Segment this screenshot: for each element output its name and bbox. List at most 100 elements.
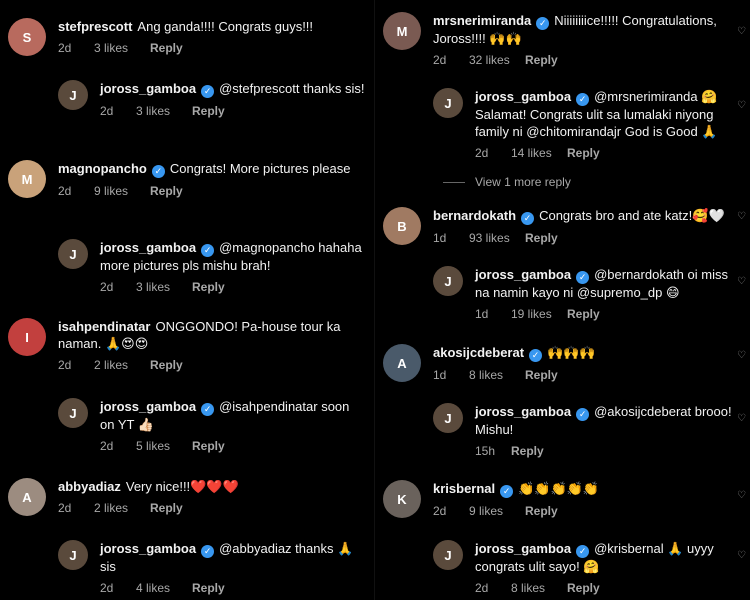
reply-button[interactable]: Reply	[150, 184, 183, 198]
username[interactable]: joross_gamboa	[475, 541, 571, 556]
comment-time: 2d	[475, 581, 489, 595]
likes-count[interactable]: 19 likes	[511, 307, 567, 321]
like-heart-icon[interactable]: ♡	[737, 276, 747, 287]
reply-button[interactable]: Reply	[525, 53, 558, 67]
verified-badge-icon: ✓	[576, 408, 590, 421]
likes-count[interactable]: 3 likes	[136, 280, 192, 294]
verified-badge-icon: ✓	[576, 93, 590, 106]
verified-badge-icon: ✓	[500, 485, 514, 498]
likes-count[interactable]: 14 likes	[511, 146, 567, 160]
username[interactable]: isahpendinatar	[58, 319, 150, 334]
like-heart-icon[interactable]: ♡	[737, 550, 747, 561]
reply-button[interactable]: Reply	[525, 231, 558, 245]
comment-time: 1d	[433, 368, 447, 382]
view-more-replies-link[interactable]: View 1 more reply	[443, 175, 571, 189]
likes-count[interactable]: 9 likes	[469, 504, 525, 518]
user-avatar[interactable]: M	[383, 12, 421, 50]
verified-badge-icon: ✓	[576, 271, 590, 284]
reply-button[interactable]: Reply	[192, 439, 225, 453]
username[interactable]: joross_gamboa	[100, 81, 196, 96]
username[interactable]: joross_gamboa	[100, 541, 196, 556]
comment-time: 2d	[58, 358, 72, 372]
user-avatar[interactable]: S	[8, 18, 46, 56]
likes-count[interactable]: 4 likes	[136, 581, 192, 595]
username[interactable]: akosijcdeberat	[433, 345, 524, 360]
reply-button[interactable]: Reply	[511, 444, 544, 458]
verified-badge-icon: ✓	[521, 212, 535, 225]
user-avatar[interactable]: M	[8, 160, 46, 198]
like-heart-icon[interactable]: ♡	[737, 350, 747, 361]
user-avatar[interactable]: J	[433, 266, 463, 296]
left-comment-column: S stefprescott Ang ganda!!!! Congrats guy…	[0, 0, 375, 600]
likes-count[interactable]: 93 likes	[469, 231, 525, 245]
like-heart-icon[interactable]: ♡	[737, 211, 747, 222]
comment-text: @stefprescott thanks sis!	[219, 81, 365, 96]
username[interactable]: mrsnerimiranda	[433, 13, 531, 28]
like-heart-icon[interactable]: ♡	[737, 100, 747, 111]
likes-count[interactable]: 2 likes	[94, 501, 150, 515]
likes-count[interactable]: 8 likes	[469, 368, 525, 382]
comment-text: Congrats! More pictures please	[169, 161, 351, 176]
reply-button[interactable]: Reply	[567, 146, 600, 160]
user-avatar[interactable]: J	[58, 540, 88, 570]
reply-button[interactable]: Reply	[150, 41, 183, 55]
verified-badge-icon: ✓	[536, 17, 550, 30]
user-avatar[interactable]: J	[433, 403, 463, 433]
comment-time: 2d	[475, 146, 489, 160]
username[interactable]: joross_gamboa	[100, 399, 196, 414]
reply-button[interactable]: Reply	[525, 504, 558, 518]
likes-count[interactable]: 3 likes	[94, 41, 150, 55]
username[interactable]: joross_gamboa	[100, 240, 196, 255]
comment-time: 2d	[433, 53, 447, 67]
verified-badge-icon: ✓	[201, 85, 215, 98]
username[interactable]: magnopancho	[58, 161, 147, 176]
reply-button[interactable]: Reply	[567, 581, 600, 595]
user-avatar[interactable]: J	[433, 540, 463, 570]
reply-button[interactable]: Reply	[192, 581, 225, 595]
comment-text: 🙌🙌🙌	[547, 345, 596, 360]
username[interactable]: abbyadiaz	[58, 479, 121, 494]
comment-time: 2d	[100, 581, 114, 595]
verified-badge-icon: ✓	[576, 545, 590, 558]
user-avatar[interactable]: J	[58, 239, 88, 269]
comment-time: 2d	[58, 41, 72, 55]
username[interactable]: joross_gamboa	[475, 89, 571, 104]
username[interactable]: bernardokath	[433, 208, 516, 223]
user-avatar[interactable]: J	[58, 80, 88, 110]
likes-count[interactable]: 8 likes	[511, 581, 567, 595]
reply-button[interactable]: Reply	[150, 501, 183, 515]
comment-time: 2d	[433, 504, 447, 518]
likes-count[interactable]: 32 likes	[469, 53, 525, 67]
username[interactable]: krisbernal	[433, 481, 495, 496]
reply-button[interactable]: Reply	[525, 368, 558, 382]
comment-time: 2d	[100, 280, 114, 294]
likes-count[interactable]: 5 likes	[136, 439, 192, 453]
comment-text: Very nice!!!❤️❤️❤️	[125, 479, 239, 494]
like-heart-icon[interactable]: ♡	[737, 413, 747, 424]
comment-time: 2d	[100, 439, 114, 453]
like-heart-icon[interactable]: ♡	[737, 26, 747, 37]
username[interactable]: stefprescott	[58, 19, 132, 34]
user-avatar[interactable]: I	[8, 318, 46, 356]
username[interactable]: joross_gamboa	[475, 404, 571, 419]
reply-button[interactable]: Reply	[150, 358, 183, 372]
user-avatar[interactable]: A	[383, 344, 421, 382]
user-avatar[interactable]: J	[58, 398, 88, 428]
verified-badge-icon: ✓	[201, 403, 215, 416]
likes-count[interactable]: 3 likes	[136, 104, 192, 118]
user-avatar[interactable]: J	[433, 88, 463, 118]
likes-count[interactable]: 2 likes	[94, 358, 150, 372]
comment-time: 2d	[58, 501, 72, 515]
user-avatar[interactable]: B	[383, 207, 421, 245]
comment-text: Ang ganda!!!! Congrats guys!!!	[137, 19, 314, 34]
reply-button[interactable]: Reply	[567, 307, 600, 321]
reply-button[interactable]: Reply	[192, 280, 225, 294]
comment-text: Congrats bro and ate katz!🥰🤍	[539, 208, 725, 223]
like-heart-icon[interactable]: ♡	[737, 490, 747, 501]
comment-time: 2d	[58, 184, 72, 198]
user-avatar[interactable]: K	[383, 480, 421, 518]
username[interactable]: joross_gamboa	[475, 267, 571, 282]
reply-button[interactable]: Reply	[192, 104, 225, 118]
user-avatar[interactable]: A	[8, 478, 46, 516]
likes-count[interactable]: 9 likes	[94, 184, 150, 198]
